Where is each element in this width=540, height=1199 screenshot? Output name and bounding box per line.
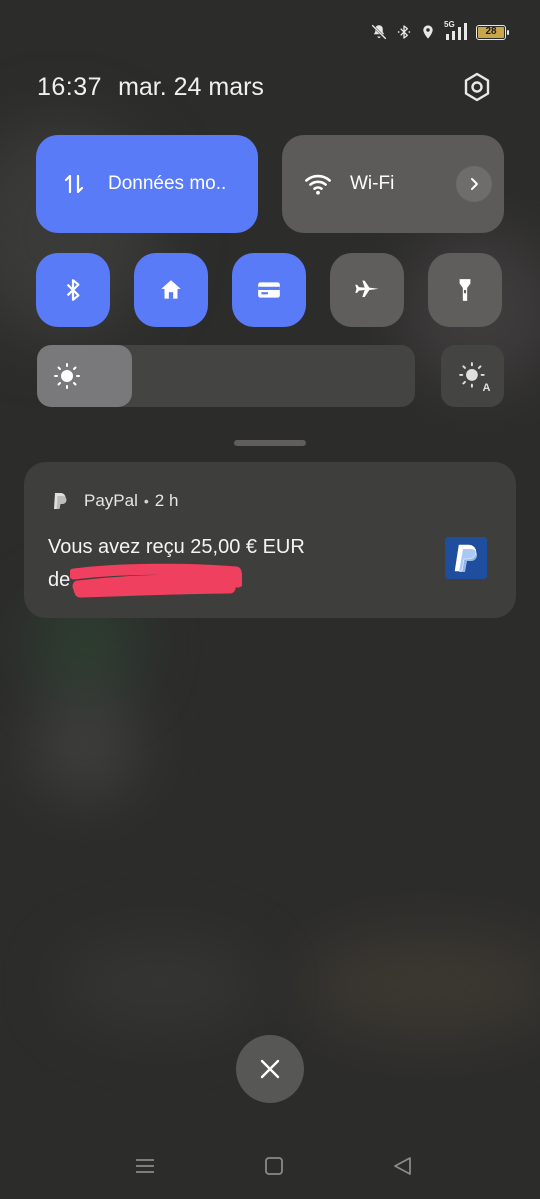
paypal-icon bbox=[54, 493, 67, 509]
notification-app-name: PayPal bbox=[84, 491, 138, 510]
clear-notifications-button[interactable] bbox=[236, 1035, 304, 1103]
navigation-bar bbox=[0, 1150, 540, 1182]
flashlight-tile[interactable] bbox=[428, 253, 502, 327]
auto-brightness-badge: A bbox=[482, 382, 491, 394]
wifi-tile[interactable]: Wi-Fi bbox=[282, 135, 504, 233]
notification-title: Vous avez reçu 25,00 € EUR bbox=[48, 536, 305, 558]
data-arrows-icon bbox=[64, 174, 84, 194]
mute-icon bbox=[371, 24, 387, 40]
flashlight-icon bbox=[459, 279, 471, 301]
mobile-data-tile[interactable]: Données mo.. bbox=[36, 135, 258, 233]
bluetooth-icon bbox=[66, 279, 80, 301]
home-tile[interactable] bbox=[134, 253, 208, 327]
paypal-logo-thumbnail bbox=[445, 537, 487, 579]
paypal-logo-icon bbox=[445, 537, 487, 579]
bluetooth-tile[interactable] bbox=[36, 253, 110, 327]
chevron-right-icon bbox=[471, 178, 478, 190]
wifi-expand-button[interactable] bbox=[456, 166, 492, 202]
recents-button[interactable] bbox=[133, 1154, 157, 1178]
back-triangle-icon bbox=[394, 1157, 411, 1175]
battery-level: 28 bbox=[485, 25, 497, 37]
clock-time: 16:37 bbox=[37, 72, 103, 101]
panel-drag-handle[interactable] bbox=[234, 440, 306, 446]
gear-icon bbox=[464, 72, 490, 102]
home-button[interactable] bbox=[262, 1154, 286, 1178]
battery-icon: 28 bbox=[476, 24, 509, 40]
back-button[interactable] bbox=[391, 1154, 415, 1178]
wifi-icon bbox=[305, 174, 331, 195]
clock-date: mar. 24 mars bbox=[118, 72, 264, 101]
close-icon bbox=[260, 1059, 280, 1079]
sun-icon bbox=[54, 363, 80, 389]
card-icon bbox=[258, 282, 280, 298]
airplane-tile[interactable] bbox=[330, 253, 404, 327]
location-icon bbox=[423, 25, 433, 39]
mobile-data-label: Données mo.. bbox=[108, 173, 227, 194]
square-icon bbox=[265, 1157, 283, 1175]
card-tile[interactable] bbox=[232, 253, 306, 327]
notification-card[interactable]: PayPal • 2 h Vous avez reçu 25,00 € EUR … bbox=[24, 462, 516, 618]
bluetooth-icon bbox=[397, 25, 411, 39]
brightness-slider[interactable] bbox=[37, 345, 415, 407]
brightness-fill bbox=[37, 345, 132, 407]
header-row: 16:37 mar. 24 mars bbox=[37, 70, 504, 104]
airplane-icon bbox=[355, 280, 379, 297]
notification-header: PayPal • 2 h bbox=[50, 490, 178, 512]
notification-sender-prefix: de bbox=[48, 569, 71, 591]
notification-separator: • bbox=[143, 493, 149, 509]
menu-icon bbox=[136, 1159, 154, 1173]
home-icon bbox=[161, 280, 181, 299]
settings-button[interactable] bbox=[460, 70, 494, 104]
redaction-scribble bbox=[70, 563, 242, 598]
wifi-label: Wi-Fi bbox=[350, 173, 395, 194]
auto-brightness-button[interactable]: A bbox=[441, 345, 504, 407]
notification-time: 2 h bbox=[154, 491, 179, 510]
status-bar: 5G 28 bbox=[370, 18, 509, 46]
signal-icon bbox=[446, 23, 467, 40]
